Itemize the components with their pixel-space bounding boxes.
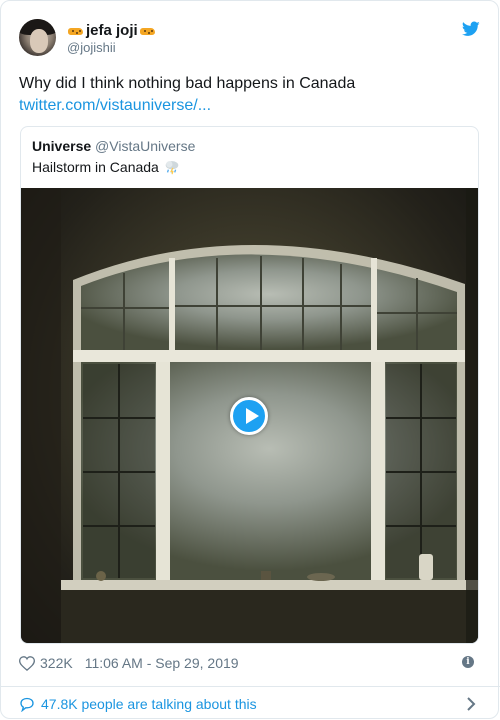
tweet-link[interactable]: twitter.com/vistauniverse/... xyxy=(19,95,211,117)
quoted-tweet-text-row: Hailstorm in Canada xyxy=(32,157,181,177)
cloud-with-rain-icon xyxy=(165,161,179,175)
quoted-tweet[interactable]: Universe @VistaUniverse Hailstorm in Can… xyxy=(20,126,479,644)
tweet-meta: 322K 11:06 AM - Sep 29, 2019 i xyxy=(19,653,480,673)
conversation-link[interactable]: 47.8K people are talking about this xyxy=(19,694,480,714)
author-handle[interactable]: @jojishii xyxy=(67,40,157,56)
video-player[interactable] xyxy=(21,188,478,643)
display-name[interactable]: jefa joji xyxy=(67,22,157,40)
like-count[interactable]: 322K xyxy=(40,655,73,671)
tweet-header: jefa joji @jojishii xyxy=(19,19,480,63)
tweet-card: jefa joji @jojishii Why did I think noth… xyxy=(0,0,500,719)
leopard-emoji-icon xyxy=(139,25,157,37)
quoted-author-name: Universe xyxy=(32,138,92,154)
twitter-bird-icon[interactable] xyxy=(462,21,480,37)
heart-icon[interactable] xyxy=(19,655,35,671)
quoted-tweet-header: Universe @VistaUniverse xyxy=(32,137,195,155)
avatar[interactable] xyxy=(19,19,56,56)
info-icon[interactable]: i xyxy=(462,656,474,668)
divider xyxy=(1,686,500,687)
tweet-text: Why did I think nothing bad happens in C… xyxy=(19,75,356,92)
speech-bubble-icon xyxy=(20,697,34,712)
tweet-timestamp[interactable]: 11:06 AM - Sep 29, 2019 xyxy=(85,655,239,671)
display-name-text: jefa joji xyxy=(86,22,138,39)
author-names[interactable]: jefa joji @jojishii xyxy=(67,22,157,56)
play-button[interactable] xyxy=(230,397,268,435)
quoted-tweet-text: Hailstorm in Canada xyxy=(32,159,159,175)
conversation-text: 47.8K people are talking about this xyxy=(41,696,257,712)
leopard-emoji-icon xyxy=(67,25,85,37)
chevron-right-icon[interactable] xyxy=(466,696,476,712)
quoted-author-handle: @VistaUniverse xyxy=(95,138,196,154)
